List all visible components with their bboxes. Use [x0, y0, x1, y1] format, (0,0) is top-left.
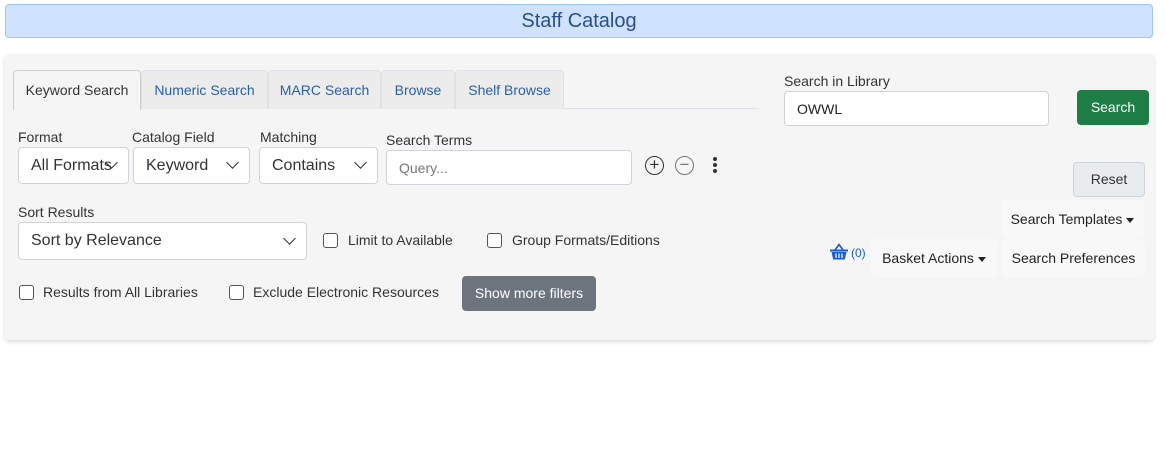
- matching-select[interactable]: Contains: [259, 147, 378, 184]
- sort-select[interactable]: Sort by Relevance: [18, 222, 307, 260]
- limit-available-checkbox[interactable]: [323, 233, 338, 248]
- sort-results-label: Sort Results: [18, 204, 95, 220]
- exclude-electronic-checkbox[interactable]: [229, 285, 244, 300]
- search-preferences-button[interactable]: Search Preferences: [1002, 239, 1145, 277]
- format-label: Format: [18, 129, 63, 145]
- group-formats-checkbox[interactable]: [487, 233, 502, 248]
- tab-keyword-search[interactable]: Keyword Search: [13, 70, 141, 110]
- limit-available-label: Limit to Available: [348, 232, 453, 248]
- search-terms-input[interactable]: [386, 150, 632, 185]
- caret-down-icon: [1126, 217, 1135, 223]
- catalog-field-label: Catalog Field: [132, 129, 215, 145]
- reset-button[interactable]: Reset: [1073, 162, 1145, 197]
- catalog-field-select[interactable]: Keyword: [133, 147, 250, 184]
- search-terms-label: Search Terms: [386, 132, 473, 148]
- search-templates-button[interactable]: Search Templates: [1001, 200, 1144, 238]
- search-templates-label: Search Templates: [1010, 211, 1123, 227]
- page-title: Staff Catalog: [5, 4, 1153, 38]
- tab-shelf-browse[interactable]: Shelf Browse: [455, 70, 564, 109]
- search-button[interactable]: Search: [1077, 90, 1149, 125]
- exclude-electronic-label: Exclude Electronic Resources: [253, 284, 439, 300]
- minus-circle-icon[interactable]: −: [675, 156, 694, 175]
- plus-circle-icon[interactable]: +: [645, 156, 664, 175]
- matching-label: Matching: [260, 129, 317, 145]
- library-input[interactable]: [784, 91, 1049, 126]
- basket-actions-button[interactable]: Basket Actions: [871, 239, 997, 277]
- caret-down-icon: [977, 256, 986, 262]
- show-more-filters-button[interactable]: Show more filters: [462, 276, 596, 311]
- basket-count[interactable]: (0): [851, 246, 866, 260]
- format-select[interactable]: All Formats: [18, 147, 129, 184]
- library-label: Search in Library: [784, 73, 890, 89]
- tab-browse[interactable]: Browse: [381, 70, 455, 109]
- all-libraries-checkbox[interactable]: [19, 285, 34, 300]
- tab-numeric-search[interactable]: Numeric Search: [141, 70, 268, 109]
- vertical-dots-icon[interactable]: [712, 157, 718, 175]
- basket-icon[interactable]: [829, 243, 849, 261]
- all-libraries-label: Results from All Libraries: [43, 284, 198, 300]
- tab-marc-search[interactable]: MARC Search: [268, 70, 381, 109]
- basket-actions-label: Basket Actions: [882, 250, 974, 266]
- group-formats-label: Group Formats/Editions: [512, 232, 660, 248]
- sort-select-value: Sort by Relevance: [31, 232, 162, 249]
